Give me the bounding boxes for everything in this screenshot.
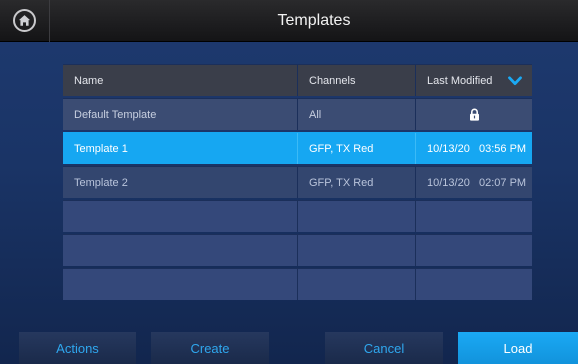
column-header-name: Name	[63, 65, 298, 96]
table-row-empty	[63, 200, 532, 232]
home-icon	[18, 15, 31, 26]
row-channels: GFP, TX Red	[298, 133, 416, 164]
empty-cell	[416, 201, 532, 232]
home-cell	[0, 0, 50, 42]
empty-cell	[298, 235, 416, 266]
table-row-template-1[interactable]: Template 1 GFP, TX Red 10/13/20 03:56 PM	[63, 132, 532, 164]
row-last-modified: 10/13/20 02:07 PM	[427, 176, 527, 189]
column-header-channels: Channels	[298, 65, 416, 96]
row-last-modified: 10/13/20 03:56 PM	[427, 142, 527, 155]
empty-cell	[416, 235, 532, 266]
table-row-empty	[63, 234, 532, 266]
row-name: Default Template	[63, 99, 298, 130]
empty-cell	[298, 201, 416, 232]
page-title: Templates	[277, 12, 351, 29]
row-name: Template 2	[63, 167, 298, 198]
table-row-default-template[interactable]: Default Template All	[63, 98, 532, 130]
empty-cell	[298, 269, 416, 300]
empty-cell	[63, 269, 298, 300]
table-row-template-2[interactable]: Template 2 GFP, TX Red 10/13/20 02:07 PM	[63, 166, 532, 198]
actions-button[interactable]: Actions	[19, 332, 136, 364]
column-header-last-modified-label: Last Modified	[427, 74, 493, 87]
table-row-empty	[63, 268, 532, 300]
table-header-row: Name Channels Last Modified	[63, 64, 532, 96]
empty-cell	[416, 269, 532, 300]
templates-table: Name Channels Last Modified Default Temp…	[63, 64, 532, 302]
load-button[interactable]: Load	[458, 332, 578, 364]
row-last-modified	[416, 99, 532, 130]
cancel-button[interactable]: Cancel	[325, 332, 443, 364]
chevron-down-icon[interactable]	[508, 75, 522, 86]
row-channels: GFP, TX Red	[298, 167, 416, 198]
lock-icon	[469, 108, 480, 121]
title-bar: Templates	[0, 0, 578, 42]
home-button[interactable]	[13, 9, 36, 32]
empty-cell	[63, 235, 298, 266]
row-name: Template 1	[63, 133, 298, 164]
row-channels: All	[298, 99, 416, 130]
empty-cell	[63, 201, 298, 232]
column-header-last-modified[interactable]: Last Modified	[416, 65, 532, 96]
create-button[interactable]: Create	[151, 332, 269, 364]
